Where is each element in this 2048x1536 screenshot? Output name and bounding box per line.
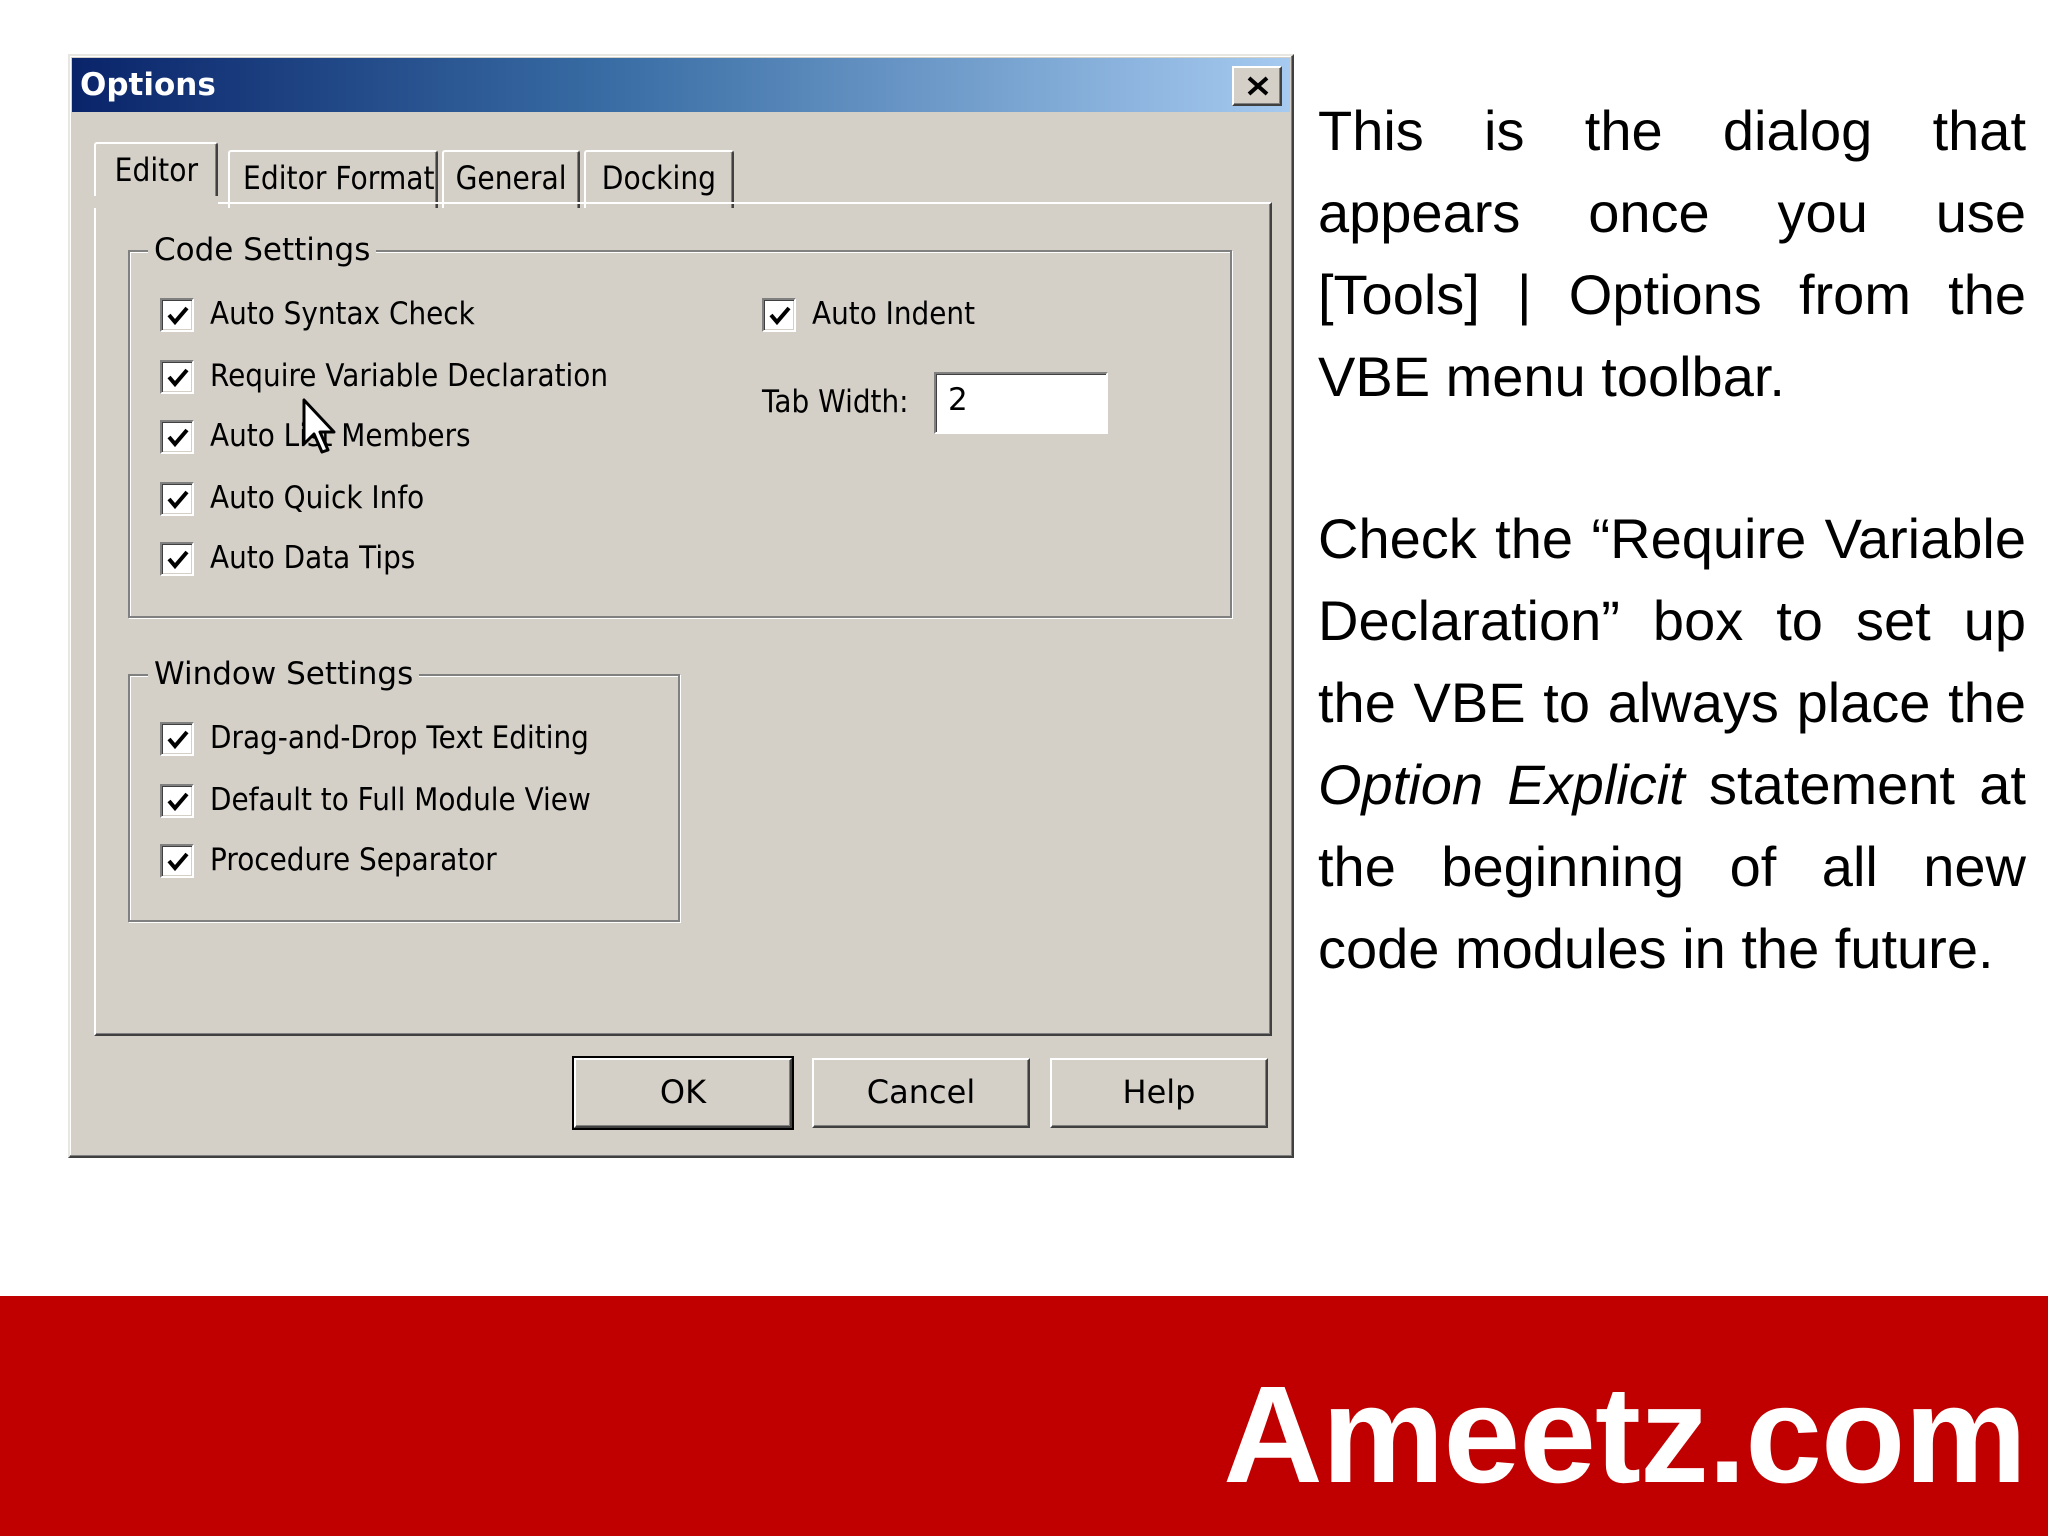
options-dialog: Options Editor Editor Format General Doc… (68, 54, 1294, 1158)
checkbox-box[interactable] (160, 542, 194, 576)
tab-width-label: Tab Width: (762, 384, 909, 420)
dialog-titlebar[interactable]: Options (72, 58, 1290, 112)
checkmark-icon (167, 792, 189, 812)
footer-banner: Ameetz.com (0, 1296, 2048, 1536)
tab-label: Editor Format (243, 159, 435, 197)
close-icon (1247, 76, 1269, 96)
tab-label: General (455, 159, 567, 197)
editor-tab-panel: Code Settings Auto Syntax Check Require … (94, 202, 1272, 1036)
close-button[interactable] (1232, 66, 1282, 106)
explanation-text: This is the dialog that appears once you… (1318, 90, 2026, 990)
checkbox-label: Auto Data Tips (210, 540, 416, 576)
tab-join (94, 196, 218, 208)
help-button[interactable]: Help (1050, 1058, 1268, 1128)
checkmark-icon (167, 306, 189, 326)
checkbox-label: Auto Syntax Check (210, 296, 475, 332)
checkmark-icon (167, 730, 189, 750)
tab-editor-format[interactable]: Editor Format (228, 150, 438, 208)
tab-docking[interactable]: Docking (584, 150, 734, 208)
checkmark-icon (769, 306, 791, 326)
explanation-paragraph-1: This is the dialog that appears once you… (1318, 99, 2026, 408)
checkmark-icon (167, 428, 189, 448)
checkmark-icon (167, 368, 189, 388)
cancel-button[interactable]: Cancel (812, 1058, 1030, 1128)
checkbox-label: Default to Full Module View (210, 782, 591, 818)
checkbox-box[interactable] (160, 298, 194, 332)
checkbox-label: Procedure Separator (210, 842, 497, 878)
checkbox-label: Auto Quick Info (210, 480, 425, 516)
checkmark-icon (167, 852, 189, 872)
brand-logo-text: Ameetz.com (1223, 1358, 2027, 1512)
code-settings-group: Code Settings Auto Syntax Check Require … (128, 232, 1232, 618)
explanation-text-part: Check the “Require Variable Declaration”… (1318, 507, 2026, 734)
option-explicit-emphasis: Option Explicit (1318, 753, 1685, 816)
checkbox-box[interactable] (160, 482, 194, 516)
checkmark-icon (167, 490, 189, 510)
explanation-paragraph-2: Check the “Require Variable Declaration”… (1318, 498, 2026, 990)
checkbox-box[interactable] (160, 722, 194, 756)
tab-width-input[interactable]: 2 (934, 372, 1108, 434)
checkbox-label: Auto Indent (812, 296, 976, 332)
ok-button[interactable]: OK (572, 1056, 794, 1130)
checkbox-box[interactable] (160, 420, 194, 454)
checkbox-box[interactable] (762, 298, 796, 332)
tab-general[interactable]: General (442, 150, 580, 208)
checkbox-box[interactable] (160, 360, 194, 394)
group-legend: Code Settings (148, 232, 377, 268)
tab-label: Editor (114, 151, 198, 189)
checkbox-box[interactable] (160, 784, 194, 818)
mouse-cursor-icon (302, 398, 336, 454)
checkbox-box[interactable] (160, 844, 194, 878)
group-legend: Window Settings (148, 656, 420, 692)
checkmark-icon (167, 550, 189, 570)
tab-label: Docking (601, 159, 717, 197)
checkbox-label: Require Variable Declaration (210, 358, 609, 394)
dialog-title: Options (80, 67, 216, 103)
checkbox-label: Drag-and-Drop Text Editing (210, 720, 589, 756)
window-settings-group: Window Settings Drag-and-Drop Text Editi… (128, 656, 680, 922)
